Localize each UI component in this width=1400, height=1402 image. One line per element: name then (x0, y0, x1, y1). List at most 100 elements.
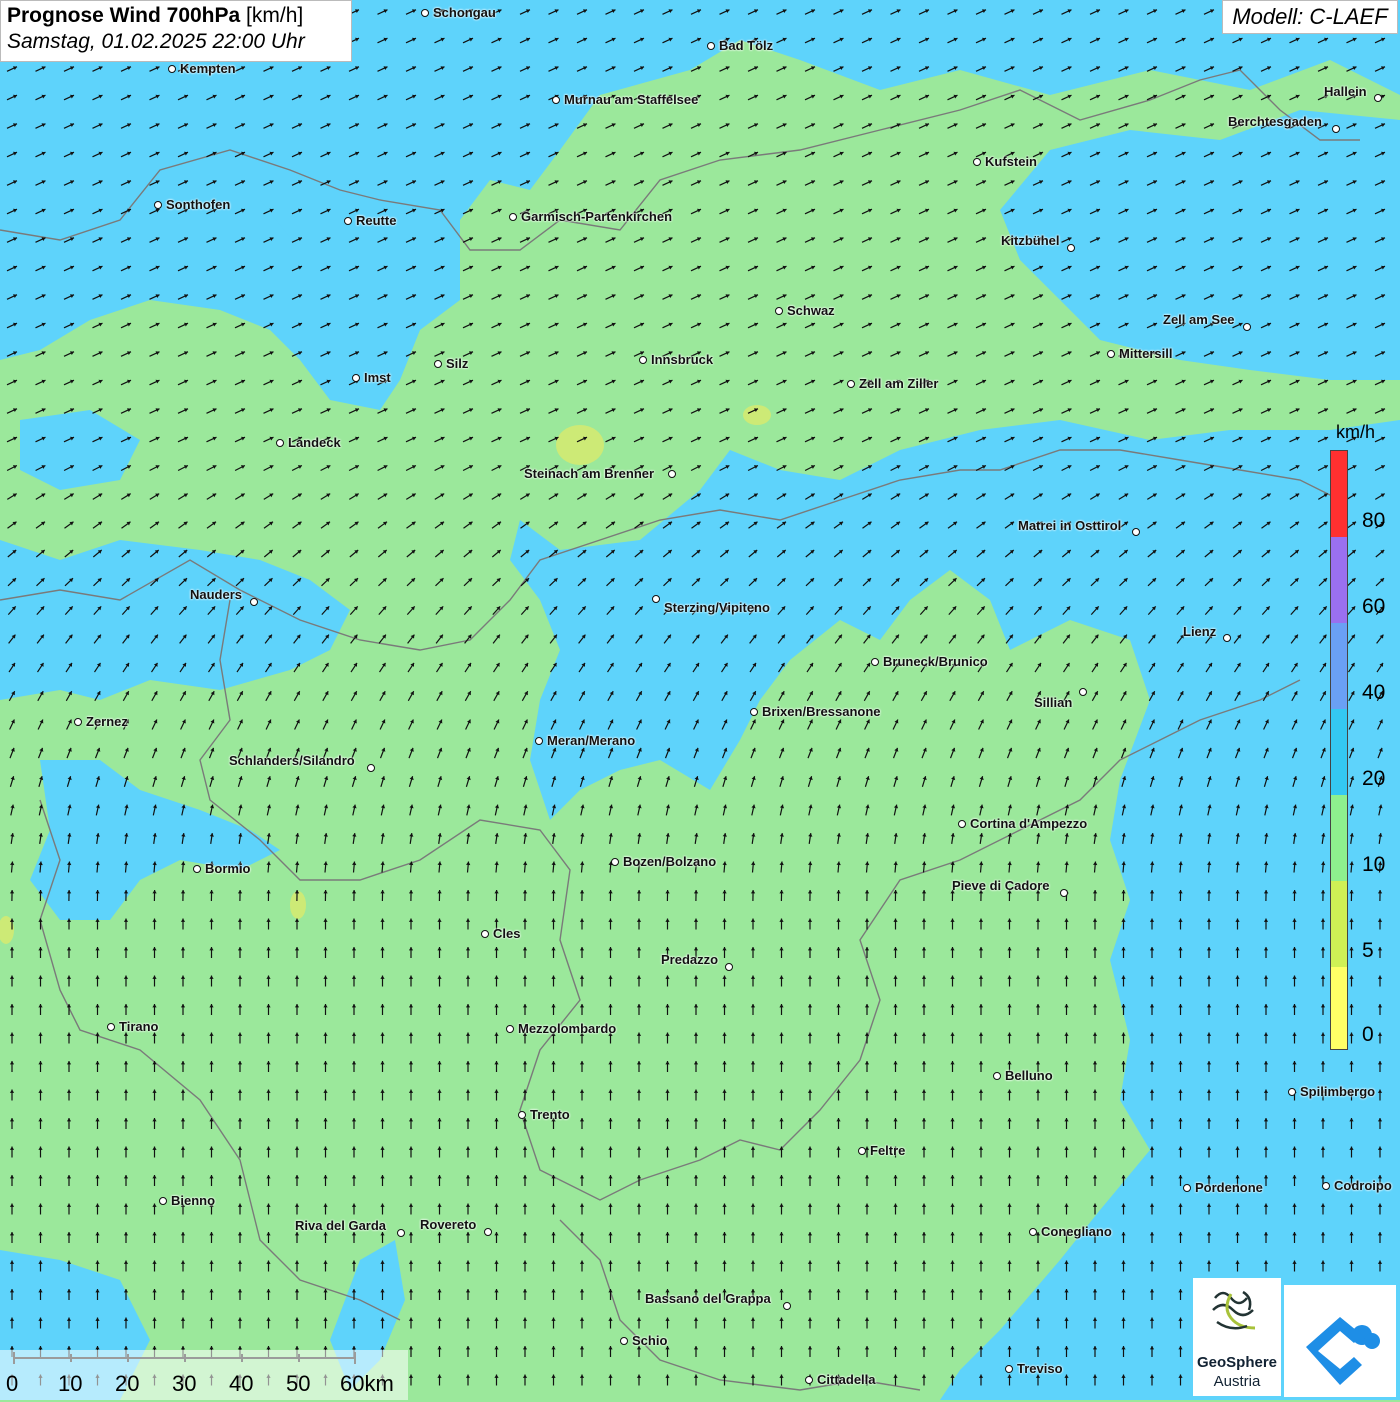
city-dot-icon (858, 1147, 866, 1155)
city-label: Riva del Garda (295, 1218, 386, 1233)
city-label: Rovereto (420, 1217, 476, 1232)
city-label: Berchtesgaden (1228, 114, 1322, 129)
city-dot-icon (506, 1025, 514, 1033)
city-label: Treviso (1017, 1361, 1063, 1376)
city-label: Bozen/Bolzano (623, 854, 716, 869)
city-label: Pordenone (1195, 1180, 1263, 1195)
color-legend: km/h 80 60 40 20 10 5 0 (1325, 418, 1387, 1052)
city-dot-icon (707, 42, 715, 50)
city-label: Garmisch-Partenkirchen (521, 209, 672, 224)
city-dot-icon (276, 439, 284, 447)
city-dot-icon (668, 470, 676, 478)
city-label: Nauders (190, 587, 242, 602)
city-dot-icon (775, 307, 783, 315)
city-label: Bad Tölz (719, 38, 773, 53)
legend-band (1331, 537, 1347, 623)
city-label: Kufstein (985, 154, 1037, 169)
city-dot-icon (535, 737, 543, 745)
city-label: Imst (364, 370, 391, 385)
city-label: Conegliano (1041, 1224, 1112, 1239)
city-label: Cittadella (817, 1372, 876, 1387)
city-dot-icon (847, 380, 855, 388)
legend-bar (1330, 450, 1348, 1050)
city-label: Steinach am Brenner (524, 466, 654, 481)
city-dot-icon (397, 1229, 405, 1237)
city-label: Bienno (171, 1193, 215, 1208)
city-dot-icon (750, 708, 758, 716)
legend-band (1331, 623, 1347, 709)
city-dot-icon (1322, 1182, 1330, 1190)
forecast-datetime: Samstag, 01.02.2025 22:00 Uhr (7, 30, 345, 54)
city-label: Silz (446, 356, 468, 371)
city-label: Pieve di Cadore (952, 878, 1050, 893)
legend-unit: km/h (1336, 422, 1375, 443)
city-dot-icon (1243, 323, 1251, 331)
city-label: Sillian (1034, 695, 1072, 710)
city-label: Schongau (433, 5, 496, 20)
city-dot-icon (1332, 125, 1340, 133)
city-dot-icon (518, 1111, 526, 1119)
city-label: Zell am See (1163, 312, 1235, 327)
city-label: Bormio (205, 861, 251, 876)
city-dot-icon (193, 865, 201, 873)
city-dot-icon (620, 1337, 628, 1345)
legend-band (1331, 881, 1347, 967)
city-label: Brixen/Bressanone (762, 704, 881, 719)
city-label: Bruneck/Brunico (883, 654, 988, 669)
city-label: Meran/Merano (547, 733, 635, 748)
city-label: Innsbruck (651, 352, 713, 367)
city-dot-icon (1079, 688, 1087, 696)
city-label: Codroipo (1334, 1178, 1392, 1193)
city-label: Murnau am Staffelsee (564, 92, 698, 107)
city-label: Sonthofen (166, 197, 230, 212)
legend-band (1331, 795, 1347, 881)
city-dot-icon (421, 9, 429, 17)
city-label: Kitzbühel (1001, 233, 1060, 248)
city-dot-icon (481, 930, 489, 938)
city-dot-icon (1132, 528, 1140, 536)
city-dot-icon (168, 65, 176, 73)
model-label: Modell: C-LAEF (1222, 0, 1398, 34)
city-dot-icon (725, 963, 733, 971)
city-dot-icon (484, 1228, 492, 1236)
city-label: Sterzing/Vipiteno (664, 600, 770, 615)
city-dot-icon (74, 718, 82, 726)
city-label: Cles (493, 926, 520, 941)
city-dot-icon (871, 658, 879, 666)
city-dot-icon (783, 1302, 791, 1310)
title: Prognose Wind 700hPa [km/h] (7, 4, 345, 28)
legend-band (1331, 967, 1347, 1050)
city-dot-icon (973, 158, 981, 166)
city-dot-icon (805, 1376, 813, 1384)
city-dot-icon (250, 598, 258, 606)
low-wind-patch (290, 891, 306, 919)
city-dot-icon (993, 1072, 1001, 1080)
city-label: Feltre (870, 1143, 905, 1158)
city-label: Reutte (356, 213, 396, 228)
title-bold: Prognose Wind 700hPa (7, 4, 240, 27)
city-label: Cortina d'Ampezzo (970, 816, 1087, 831)
city-dot-icon (1029, 1228, 1037, 1236)
city-label: Bassano del Grappa (645, 1291, 771, 1306)
city-dot-icon (1107, 350, 1115, 358)
city-dot-icon (509, 213, 517, 221)
city-label: Schio (632, 1333, 667, 1348)
city-label: Belluno (1005, 1068, 1053, 1083)
low-wind-patch (556, 425, 604, 465)
city-dot-icon (352, 374, 360, 382)
city-dot-icon (1183, 1184, 1191, 1192)
title-unit: [km/h] (246, 4, 303, 27)
city-dot-icon (344, 217, 352, 225)
city-label: Trento (530, 1107, 570, 1122)
city-dot-icon (434, 360, 442, 368)
city-dot-icon (611, 858, 619, 866)
low-wind-patch (743, 405, 771, 425)
city-label: Predazzo (661, 952, 718, 967)
city-dot-icon (1005, 1365, 1013, 1373)
city-label: Kempten (180, 61, 236, 76)
city-label: Matrei in Osttirol (1018, 518, 1121, 533)
city-label: Landeck (288, 435, 341, 450)
city-dot-icon (107, 1023, 115, 1031)
city-label: Tirano (119, 1019, 159, 1034)
title-box: Prognose Wind 700hPa [km/h] Samstag, 01.… (0, 0, 352, 62)
